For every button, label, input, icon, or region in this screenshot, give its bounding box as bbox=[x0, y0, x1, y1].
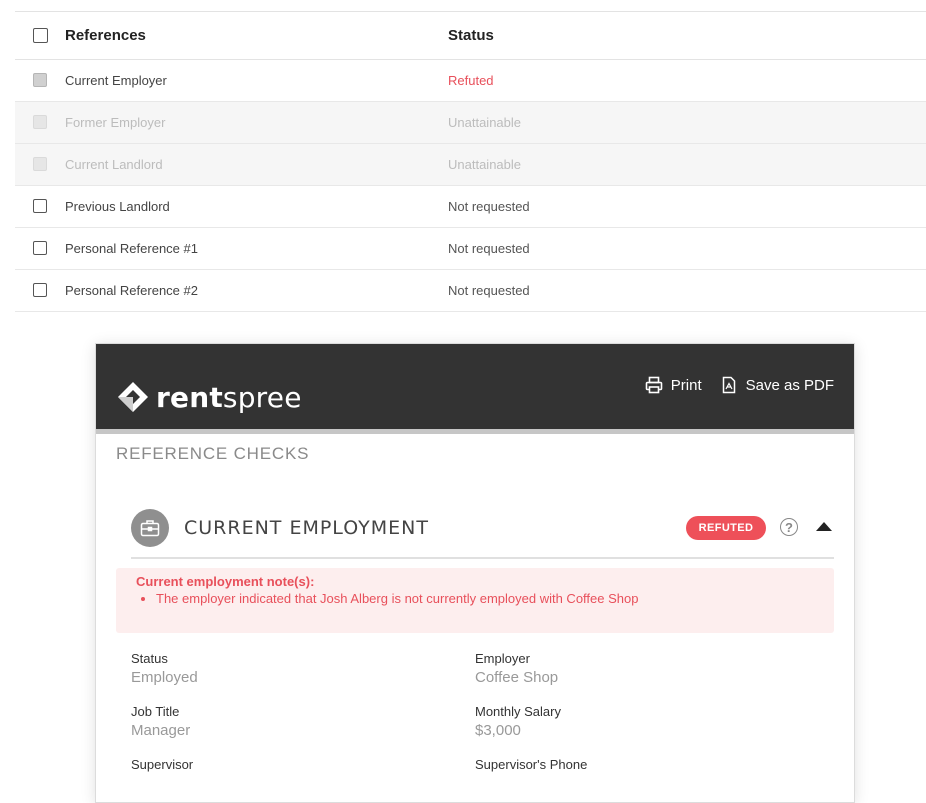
note-item: The employer indicated that Josh Alberg … bbox=[156, 589, 638, 609]
field-monthly-salary: Monthly Salary $3,000 bbox=[475, 704, 561, 739]
notes-title: Current employment note(s): bbox=[136, 574, 315, 589]
header-actions: Print Save as PDF bbox=[627, 376, 834, 394]
print-button[interactable]: Print bbox=[645, 376, 702, 394]
field-label: Supervisor bbox=[131, 757, 194, 772]
status-column-header: Status bbox=[448, 27, 494, 44]
logo-wordmark: rentspree bbox=[156, 380, 302, 414]
collapse-arrow-icon[interactable] bbox=[816, 522, 832, 531]
row-checkbox[interactable] bbox=[33, 241, 47, 255]
reference-name: Current Employer bbox=[65, 73, 167, 88]
reference-name: Former Employer bbox=[65, 115, 166, 130]
reference-name: Previous Landlord bbox=[65, 199, 170, 214]
table-row-former-employer: Former Employer Unattainable bbox=[15, 102, 926, 144]
row-checkbox[interactable] bbox=[33, 199, 47, 213]
field-supervisor-phone: Supervisor's Phone bbox=[475, 757, 587, 772]
refuted-status-badge: REFUTED bbox=[686, 516, 766, 540]
select-all-checkbox[interactable] bbox=[33, 28, 48, 43]
pdf-icon bbox=[722, 376, 735, 394]
references-table: References Status Current Employer Refut… bbox=[15, 11, 926, 312]
report-header: rentspree Print Save as PDF bbox=[96, 344, 854, 434]
table-row-personal-reference-1[interactable]: Personal Reference #1 Not requested bbox=[15, 228, 926, 270]
field-value: $3,000 bbox=[475, 722, 521, 739]
field-job-title: Job Title Manager bbox=[131, 704, 190, 739]
rentspree-logo: rentspree bbox=[116, 380, 302, 414]
current-employment-header: CURRENT EMPLOYMENT REFUTED ? bbox=[131, 507, 834, 559]
save-as-pdf-button[interactable]: Save as PDF bbox=[720, 376, 834, 394]
table-row-current-employer[interactable]: Current Employer Refuted bbox=[15, 60, 926, 102]
notes-list: The employer indicated that Josh Alberg … bbox=[136, 589, 638, 609]
reference-name: Current Landlord bbox=[65, 157, 163, 172]
briefcase-icon bbox=[131, 509, 169, 547]
field-supervisor: Supervisor bbox=[131, 757, 193, 772]
reference-status: Unattainable bbox=[448, 157, 521, 172]
table-header: References Status bbox=[15, 12, 926, 60]
reference-status: Unattainable bbox=[448, 115, 521, 130]
table-row-personal-reference-2[interactable]: Personal Reference #2 Not requested bbox=[15, 270, 926, 312]
field-label: Status bbox=[131, 651, 168, 666]
field-label: Monthly Salary bbox=[475, 704, 561, 719]
field-status: Status Employed bbox=[131, 651, 198, 686]
field-label: Job Title bbox=[131, 704, 180, 719]
field-value: Employed bbox=[131, 669, 198, 686]
employment-title: CURRENT EMPLOYMENT bbox=[184, 517, 429, 539]
field-label: Supervisor's Phone bbox=[475, 757, 588, 772]
row-checkbox bbox=[33, 115, 47, 129]
reference-name: Personal Reference #1 bbox=[65, 241, 198, 256]
employment-notes-box: Current employment note(s): The employer… bbox=[116, 568, 834, 633]
reference-report-preview: rentspree Print Save as PDF REFERENCE CH… bbox=[95, 343, 855, 803]
reference-status: Not requested bbox=[448, 283, 530, 298]
section-title: REFERENCE CHECKS bbox=[116, 444, 310, 463]
table-row-current-landlord: Current Landlord Unattainable bbox=[15, 144, 926, 186]
row-checkbox[interactable] bbox=[33, 283, 47, 297]
row-checkbox bbox=[33, 157, 47, 171]
print-icon bbox=[645, 376, 663, 394]
field-label: Employer bbox=[475, 651, 530, 666]
field-value: Coffee Shop bbox=[475, 669, 559, 686]
table-row-previous-landlord[interactable]: Previous Landlord Not requested bbox=[15, 186, 926, 228]
reference-name: Personal Reference #2 bbox=[65, 283, 198, 298]
references-column-header: References bbox=[65, 27, 146, 44]
reference-status: Not requested bbox=[448, 241, 530, 256]
reference-status: Refuted bbox=[448, 73, 494, 88]
row-checkbox[interactable] bbox=[33, 73, 47, 87]
field-value: Manager bbox=[131, 722, 191, 739]
rentspree-logo-icon bbox=[118, 382, 148, 412]
field-employer: Employer Coffee Shop bbox=[475, 651, 558, 686]
reference-status: Not requested bbox=[448, 199, 530, 214]
help-icon[interactable]: ? bbox=[780, 518, 798, 536]
print-label: Print bbox=[670, 376, 702, 394]
save-as-pdf-label: Save as PDF bbox=[745, 376, 834, 394]
